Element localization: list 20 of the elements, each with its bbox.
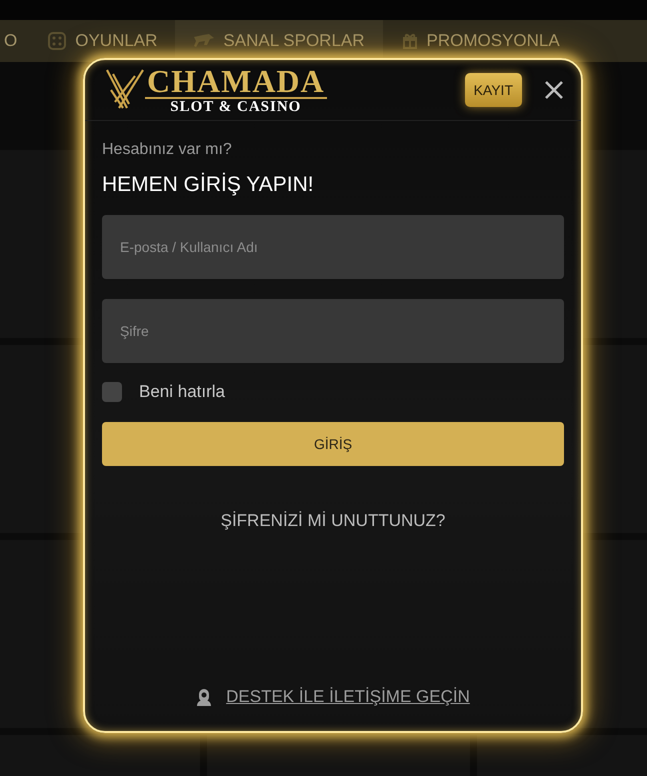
register-button[interactable]: KAYIT (464, 73, 522, 107)
forgot-password-link[interactable]: ŞİFRENİZİ Mİ UNUTTUNUZ? (220, 511, 446, 531)
gift-icon (400, 32, 419, 50)
nav-tab[interactable]: OYUNLAR (29, 20, 176, 62)
nav-tab[interactable]: PROMOSYONLA (382, 20, 578, 62)
account-prompt: Hesabınız var mı? (102, 141, 233, 159)
logo-title: CHAMADA (145, 64, 327, 98)
support-link[interactable]: DESTEK İLE İLETİŞİME GEÇİN (226, 687, 470, 707)
close-icon[interactable] (544, 80, 564, 100)
login-button[interactable]: GİRİŞ (102, 422, 564, 466)
nav-tab[interactable]: O (0, 20, 30, 62)
dice-icon (47, 31, 68, 51)
logo-subtitle: SLOT & CASINO (170, 98, 302, 116)
input-field[interactable]: E-posta / Kullanıcı Adı (102, 215, 564, 279)
remember-label: Beni hatırla (139, 382, 225, 402)
login-heading: HEMEN GİRİŞ YAPIN! (102, 173, 315, 197)
support-agent-icon (196, 688, 212, 706)
input-field[interactable]: Şifre (102, 299, 564, 363)
remember-checkbox[interactable] (102, 382, 122, 402)
horse-icon (193, 33, 216, 49)
